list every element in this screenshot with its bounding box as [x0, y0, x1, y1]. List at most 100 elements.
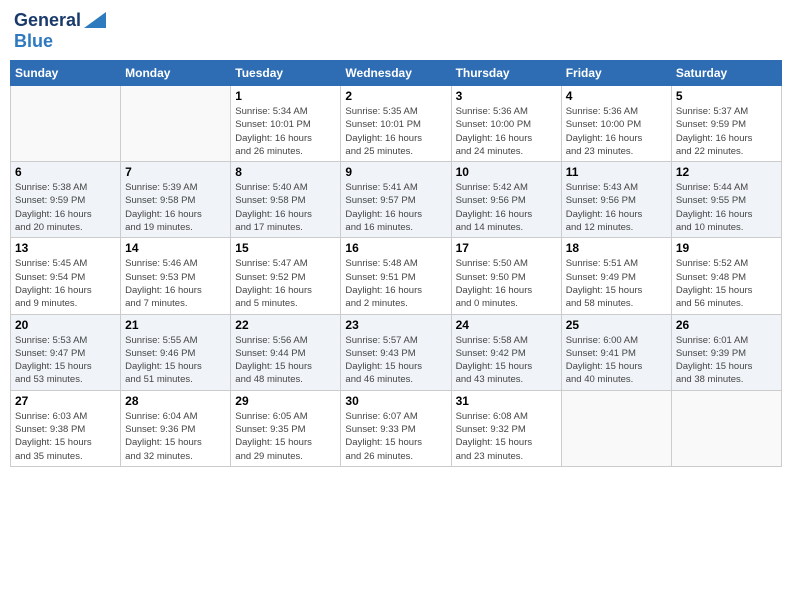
weekday-header: Sunday	[11, 61, 121, 86]
calendar-cell: 3 Sunrise: 5:36 AM Sunset: 10:00 PM Dayli…	[451, 86, 561, 162]
calendar-cell: 29 Sunrise: 6:05 AM Sunset: 9:35 PM Dayli…	[231, 390, 341, 466]
weekday-header: Tuesday	[231, 61, 341, 86]
calendar-table: SundayMondayTuesdayWednesdayThursdayFrid…	[10, 60, 782, 467]
day-info: Sunrise: 5:53 AM Sunset: 9:47 PM Dayligh…	[15, 334, 116, 387]
calendar-header-row: SundayMondayTuesdayWednesdayThursdayFrid…	[11, 61, 782, 86]
day-number: 19	[676, 241, 777, 255]
day-number: 6	[15, 165, 116, 179]
logo-general: General	[14, 10, 81, 31]
weekday-header: Saturday	[671, 61, 781, 86]
day-info: Sunrise: 5:38 AM Sunset: 9:59 PM Dayligh…	[15, 181, 116, 234]
day-number: 26	[676, 318, 777, 332]
day-number: 12	[676, 165, 777, 179]
calendar-cell: 15Sunrise: 5:47 AM Sunset: 9:52 PM Dayli…	[231, 238, 341, 314]
day-info: Sunrise: 5:44 AM Sunset: 9:55 PM Dayligh…	[676, 181, 777, 234]
day-info: Sunrise: 5:36 AM Sunset: 10:00 PM Daylig…	[566, 105, 667, 158]
day-number: 4	[566, 89, 667, 103]
day-info: Sunrise: 5:50 AM Sunset: 9:50 PM Dayligh…	[456, 257, 557, 310]
calendar-cell: 14Sunrise: 5:46 AM Sunset: 9:53 PM Dayli…	[121, 238, 231, 314]
calendar-cell: 2 Sunrise: 5:35 AM Sunset: 10:01 PM Dayli…	[341, 86, 451, 162]
day-info: Sunrise: 6:00 AM Sunset: 9:41 PM Dayligh…	[566, 334, 667, 387]
calendar-cell: 1 Sunrise: 5:34 AM Sunset: 10:01 PM Dayli…	[231, 86, 341, 162]
calendar-cell: 23 Sunrise: 5:57 AM Sunset: 9:43 PM Dayli…	[341, 314, 451, 390]
day-info: Sunrise: 5:34 AM Sunset: 10:01 PM Daylig…	[235, 105, 336, 158]
day-number: 20	[15, 318, 116, 332]
day-info: Sunrise: 5:45 AM Sunset: 9:54 PM Dayligh…	[15, 257, 116, 310]
calendar-cell: 17 Sunrise: 5:50 AM Sunset: 9:50 PM Dayli…	[451, 238, 561, 314]
day-number: 9	[345, 165, 446, 179]
calendar-cell: 16Sunrise: 5:48 AM Sunset: 9:51 PM Dayli…	[341, 238, 451, 314]
day-info: Sunrise: 5:35 AM Sunset: 10:01 PM Daylig…	[345, 105, 446, 158]
day-number: 28	[125, 394, 226, 408]
calendar-cell: 24 Sunrise: 5:58 AM Sunset: 9:42 PM Dayli…	[451, 314, 561, 390]
calendar-cell: 13 Sunrise: 5:45 AM Sunset: 9:54 PM Dayli…	[11, 238, 121, 314]
weekday-header: Wednesday	[341, 61, 451, 86]
day-number: 27	[15, 394, 116, 408]
day-info: Sunrise: 5:56 AM Sunset: 9:44 PM Dayligh…	[235, 334, 336, 387]
day-info: Sunrise: 5:51 AM Sunset: 9:49 PM Dayligh…	[566, 257, 667, 310]
calendar-cell: 12 Sunrise: 5:44 AM Sunset: 9:55 PM Dayli…	[671, 162, 781, 238]
calendar-cell: 31Sunrise: 6:08 AM Sunset: 9:32 PM Dayli…	[451, 390, 561, 466]
calendar-cell: 5Sunrise: 5:37 AM Sunset: 9:59 PM Daylig…	[671, 86, 781, 162]
day-info: Sunrise: 5:55 AM Sunset: 9:46 PM Dayligh…	[125, 334, 226, 387]
day-info: Sunrise: 5:58 AM Sunset: 9:42 PM Dayligh…	[456, 334, 557, 387]
calendar-week-row: 20 Sunrise: 5:53 AM Sunset: 9:47 PM Dayli…	[11, 314, 782, 390]
day-info: Sunrise: 6:01 AM Sunset: 9:39 PM Dayligh…	[676, 334, 777, 387]
calendar-week-row: 1 Sunrise: 5:34 AM Sunset: 10:01 PM Dayli…	[11, 86, 782, 162]
weekday-header: Thursday	[451, 61, 561, 86]
day-info: Sunrise: 6:03 AM Sunset: 9:38 PM Dayligh…	[15, 410, 116, 463]
day-number: 25	[566, 318, 667, 332]
day-number: 21	[125, 318, 226, 332]
day-info: Sunrise: 6:05 AM Sunset: 9:35 PM Dayligh…	[235, 410, 336, 463]
calendar-cell: 18Sunrise: 5:51 AM Sunset: 9:49 PM Dayli…	[561, 238, 671, 314]
calendar-cell: 19 Sunrise: 5:52 AM Sunset: 9:48 PM Dayli…	[671, 238, 781, 314]
day-info: Sunrise: 5:39 AM Sunset: 9:58 PM Dayligh…	[125, 181, 226, 234]
day-number: 1	[235, 89, 336, 103]
calendar-cell: 7 Sunrise: 5:39 AM Sunset: 9:58 PM Daylig…	[121, 162, 231, 238]
day-number: 3	[456, 89, 557, 103]
calendar-cell: 4 Sunrise: 5:36 AM Sunset: 10:00 PM Dayli…	[561, 86, 671, 162]
day-number: 8	[235, 165, 336, 179]
calendar-cell: 28 Sunrise: 6:04 AM Sunset: 9:36 PM Dayli…	[121, 390, 231, 466]
day-number: 11	[566, 165, 667, 179]
calendar-cell	[561, 390, 671, 466]
day-number: 13	[15, 241, 116, 255]
day-number: 17	[456, 241, 557, 255]
day-info: Sunrise: 5:41 AM Sunset: 9:57 PM Dayligh…	[345, 181, 446, 234]
calendar-cell	[671, 390, 781, 466]
day-info: Sunrise: 6:04 AM Sunset: 9:36 PM Dayligh…	[125, 410, 226, 463]
calendar-cell: 27 Sunrise: 6:03 AM Sunset: 9:38 PM Dayli…	[11, 390, 121, 466]
logo-blue: Blue	[14, 31, 53, 51]
day-number: 24	[456, 318, 557, 332]
day-info: Sunrise: 5:40 AM Sunset: 9:58 PM Dayligh…	[235, 181, 336, 234]
calendar-cell: 25 Sunrise: 6:00 AM Sunset: 9:41 PM Dayli…	[561, 314, 671, 390]
logo-icon	[84, 12, 106, 28]
day-number: 23	[345, 318, 446, 332]
day-number: 10	[456, 165, 557, 179]
calendar-cell: 9 Sunrise: 5:41 AM Sunset: 9:57 PM Daylig…	[341, 162, 451, 238]
weekday-header: Friday	[561, 61, 671, 86]
day-info: Sunrise: 5:52 AM Sunset: 9:48 PM Dayligh…	[676, 257, 777, 310]
day-number: 29	[235, 394, 336, 408]
day-number: 5	[676, 89, 777, 103]
weekday-header: Monday	[121, 61, 231, 86]
calendar-cell: 22 Sunrise: 5:56 AM Sunset: 9:44 PM Dayli…	[231, 314, 341, 390]
day-info: Sunrise: 5:48 AM Sunset: 9:51 PM Dayligh…	[345, 257, 446, 310]
day-number: 22	[235, 318, 336, 332]
day-number: 15	[235, 241, 336, 255]
day-info: Sunrise: 5:57 AM Sunset: 9:43 PM Dayligh…	[345, 334, 446, 387]
logo: General Blue	[14, 10, 106, 52]
day-info: Sunrise: 5:42 AM Sunset: 9:56 PM Dayligh…	[456, 181, 557, 234]
day-info: Sunrise: 5:36 AM Sunset: 10:00 PM Daylig…	[456, 105, 557, 158]
day-number: 14	[125, 241, 226, 255]
day-number: 7	[125, 165, 226, 179]
calendar-cell: 8 Sunrise: 5:40 AM Sunset: 9:58 PM Daylig…	[231, 162, 341, 238]
calendar-cell: 21 Sunrise: 5:55 AM Sunset: 9:46 PM Dayli…	[121, 314, 231, 390]
calendar-cell	[11, 86, 121, 162]
calendar-cell: 11Sunrise: 5:43 AM Sunset: 9:56 PM Dayli…	[561, 162, 671, 238]
day-info: Sunrise: 6:07 AM Sunset: 9:33 PM Dayligh…	[345, 410, 446, 463]
calendar-cell: 20 Sunrise: 5:53 AM Sunset: 9:47 PM Dayli…	[11, 314, 121, 390]
day-number: 2	[345, 89, 446, 103]
calendar-week-row: 13 Sunrise: 5:45 AM Sunset: 9:54 PM Dayli…	[11, 238, 782, 314]
calendar-cell: 26 Sunrise: 6:01 AM Sunset: 9:39 PM Dayli…	[671, 314, 781, 390]
